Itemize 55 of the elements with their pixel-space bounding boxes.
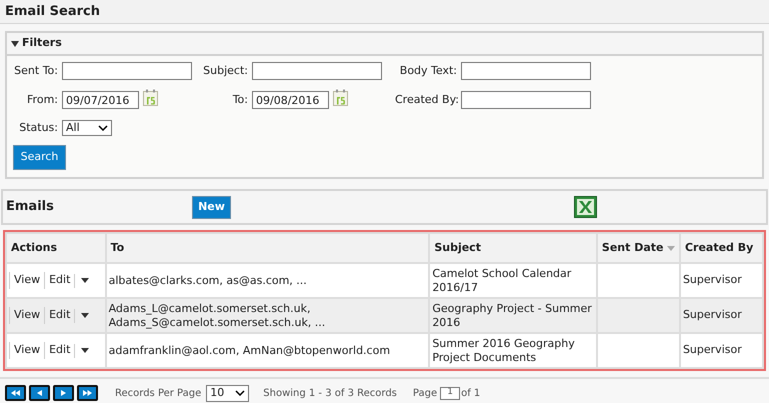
right-arrow-icon: [59, 390, 68, 396]
record-count: Showing 1 - 3 of 3 Records: [263, 386, 397, 400]
double-right-arrow-icon: [83, 390, 92, 396]
per-page-dropdown[interactable]: 10: [206, 384, 250, 402]
action-link[interactable]: View: [9, 307, 44, 324]
spreadsheet-icon[interactable]: [574, 196, 597, 218]
action-link[interactable]: Edit: [44, 272, 74, 289]
column-header: Subject: [429, 233, 597, 263]
new-button[interactable]: New: [192, 196, 231, 218]
table-cell: Supervisor: [680, 333, 763, 368]
next-page-button[interactable]: [53, 385, 74, 401]
text-field[interactable]: [461, 91, 591, 109]
date-field[interactable]: 09/08/2016: [252, 91, 329, 109]
chevron-down-icon: [98, 125, 108, 132]
field-label: Body Text:: [398, 62, 457, 79]
last-page-button[interactable]: [77, 385, 98, 401]
field-label: Created By:: [395, 92, 457, 108]
field-label: Status:: [18, 120, 58, 136]
date-field[interactable]: 09/07/2016: [62, 91, 139, 109]
text-field[interactable]: [252, 62, 382, 80]
chevron-down-icon: [235, 390, 246, 396]
filters-header[interactable]: Filters: [7, 33, 762, 56]
action-link[interactable]: View: [9, 342, 44, 359]
action-link[interactable]: Edit: [44, 342, 74, 359]
emails-title: Emails: [6, 198, 55, 216]
page-field[interactable]: 1: [440, 386, 460, 400]
first-page-button[interactable]: [5, 385, 26, 401]
status-dropdown[interactable]: All: [62, 120, 112, 136]
page-title: Email Search: [5, 2, 100, 21]
action-link[interactable]: View: [9, 272, 44, 289]
text-field[interactable]: [461, 62, 591, 80]
column-header: Actions: [6, 233, 106, 263]
per-page-label: Records Per Page: [115, 386, 202, 400]
search-button[interactable]: Search: [13, 144, 66, 170]
table-cell: adamfranklin@aol.com, AmNan@btopenworld.com: [106, 333, 430, 368]
filters-title: Filters: [22, 35, 62, 52]
field-label: From:: [26, 92, 58, 108]
field-label: To:: [232, 92, 248, 108]
text-field[interactable]: [62, 62, 192, 80]
table-cell: Summer 2016 Geography Project Documents: [429, 333, 597, 368]
action-link[interactable]: Edit: [44, 307, 74, 324]
left-arrow-icon: [35, 390, 44, 396]
page-label: Page: [412, 386, 438, 400]
double-left-arrow-icon: [11, 390, 20, 396]
page-total: of 1: [461, 386, 480, 400]
sort-caret-icon: [666, 246, 675, 250]
caret-icon: [81, 313, 90, 318]
field-label: Subject:: [202, 62, 248, 79]
calendar-icon[interactable]: [143, 88, 158, 106]
calendar-icon[interactable]: [333, 88, 348, 106]
field-label: Sent To:: [13, 62, 58, 79]
previous-page-button[interactable]: [29, 385, 50, 401]
caret-icon: [81, 348, 90, 353]
caret-icon: [81, 278, 90, 283]
column-header: To: [106, 233, 430, 263]
